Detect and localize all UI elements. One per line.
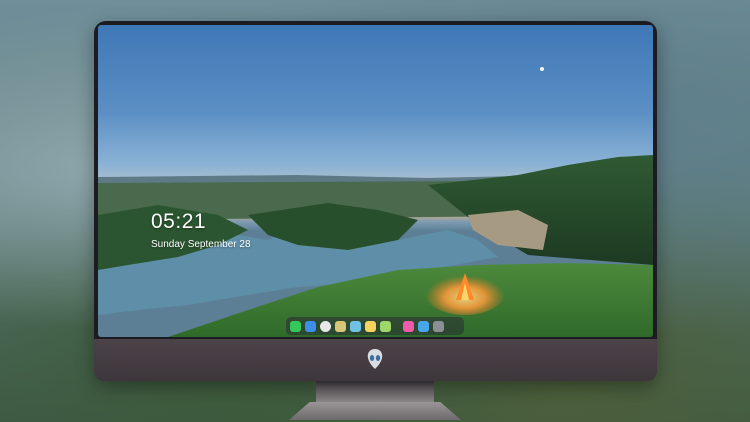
photos-icon[interactable] [380,320,391,332]
dock [286,317,464,335]
lock-screen[interactable] [98,25,653,337]
finder-icon[interactable] [305,320,316,332]
messages-icon[interactable] [290,320,301,332]
camera-icon[interactable] [433,320,444,332]
music-icon[interactable] [403,320,414,332]
landscape-wallpaper [98,67,653,337]
monitor-stand-neck [316,381,434,403]
clock-icon[interactable] [320,320,331,332]
safari-icon[interactable] [418,320,429,332]
notes-icon[interactable] [365,320,376,332]
alien-logo-icon [365,348,385,370]
preview-icon[interactable] [335,320,346,332]
lock-clock: 05:21 [151,210,207,233]
claquette-icon[interactable] [350,320,361,332]
lock-date: Sunday September 28 [151,239,251,250]
moon [540,67,544,71]
monitor-stand-foot [289,402,461,420]
